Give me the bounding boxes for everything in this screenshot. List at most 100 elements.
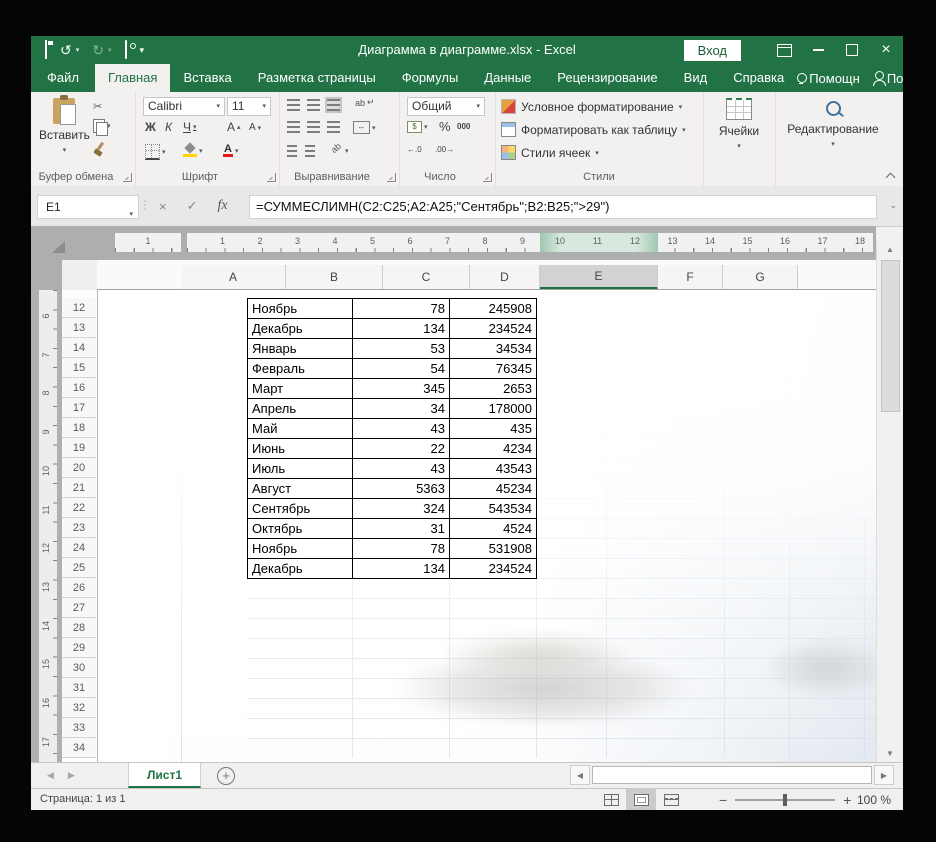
merge-center-button[interactable]: ↔▾ — [353, 121, 376, 134]
align-bottom-button[interactable] — [327, 99, 340, 111]
row-header-26[interactable]: 26 — [62, 578, 96, 598]
font-name-combobox[interactable]: Calibri▾ — [143, 97, 225, 116]
row-header-23[interactable]: 23 — [62, 518, 96, 538]
font-color-button[interactable]: А▾ — [223, 144, 238, 157]
align-right-button[interactable] — [327, 121, 340, 133]
camera-icon[interactable] — [125, 41, 127, 59]
cell-value-c[interactable]: 531908 — [450, 539, 537, 559]
row-header-14[interactable]: 14 — [62, 338, 96, 358]
cell-month[interactable]: Январь — [248, 339, 353, 359]
cell-value-c[interactable]: 4524 — [450, 519, 537, 539]
cell-month[interactable]: Февраль — [248, 359, 353, 379]
cell-month[interactable]: Сентябрь — [248, 499, 353, 519]
paste-button[interactable]: Вставить ▾ — [39, 98, 90, 154]
cell-month[interactable]: Июль — [248, 459, 353, 479]
row-header-24[interactable]: 24 — [62, 538, 96, 558]
row-header-19[interactable]: 19 — [62, 438, 96, 458]
align-top-button[interactable] — [287, 99, 300, 111]
comma-style-button[interactable]: 000 — [457, 122, 470, 131]
cell-value-b[interactable]: 43 — [353, 459, 450, 479]
vertical-scroll-thumb[interactable] — [881, 260, 900, 412]
shrink-font-button[interactable]: А — [249, 122, 261, 133]
cell-value-b[interactable]: 43 — [353, 419, 450, 439]
format-as-table-button[interactable]: Форматировать как таблицу▾ — [501, 122, 686, 137]
ribbon-tab-home[interactable]: Главная — [95, 64, 170, 92]
formula-input[interactable]: =СУММЕСЛИМН(C2:C25;A2:A25;"Сентябрь";B2:… — [249, 195, 877, 219]
row-header-28[interactable]: 28 — [62, 618, 96, 638]
cell-month[interactable]: Декабрь — [248, 559, 353, 579]
close-button[interactable]: × — [869, 36, 903, 64]
scroll-left-icon[interactable]: ◀ — [570, 765, 590, 785]
cell-value-c[interactable]: 234524 — [450, 559, 537, 579]
share-item[interactable]: Поделиться — [867, 71, 903, 86]
font-size-combobox[interactable]: 11▾ — [227, 97, 271, 116]
save-icon[interactable] — [45, 41, 47, 59]
ribbon-tab-review[interactable]: Рецензирование — [544, 64, 670, 92]
ribbon-tab-formulas[interactable]: Формулы — [389, 64, 472, 92]
column-header-E[interactable]: E — [540, 265, 658, 289]
increase-indent-button[interactable] — [305, 145, 315, 157]
ribbon-tab-data[interactable]: Данные — [471, 64, 544, 92]
column-header-G[interactable]: G — [723, 265, 798, 289]
cell-value-c[interactable]: 4234 — [450, 439, 537, 459]
orientation-dropdown[interactable]: ▾ — [345, 147, 349, 155]
cell-value-b[interactable]: 78 — [353, 539, 450, 559]
zoom-out-button[interactable]: − — [719, 792, 727, 808]
percent-style-button[interactable]: % — [439, 119, 451, 134]
orientation-button[interactable]: ab — [329, 141, 343, 155]
cell-value-b[interactable]: 345 — [353, 379, 450, 399]
cell-value-c[interactable]: 178000 — [450, 399, 537, 419]
cancel-icon[interactable]: × — [159, 199, 167, 214]
accounting-format-button[interactable]: $▾ — [407, 121, 428, 133]
prev-sheet-icon[interactable]: ◀ — [47, 770, 54, 781]
row-header-33[interactable]: 33 — [62, 718, 96, 738]
column-header-A[interactable]: A — [181, 265, 286, 289]
format-painter-button[interactable] — [93, 142, 105, 155]
column-header-F[interactable]: F — [658, 265, 723, 289]
name-box[interactable]: E1▾ — [37, 195, 139, 219]
decrease-decimal-button[interactable]: .00→ — [435, 145, 454, 154]
alignment-dialog-launcher-icon[interactable] — [387, 173, 396, 182]
row-header-16[interactable]: 16 — [62, 378, 96, 398]
cell-value-c[interactable]: 234524 — [450, 319, 537, 339]
cell-month[interactable]: Октябрь — [248, 519, 353, 539]
sign-in-button[interactable]: Вход — [684, 40, 741, 61]
editing-button[interactable]: Редактирование ▾ — [775, 98, 891, 148]
cell-value-c[interactable]: 2653 — [450, 379, 537, 399]
zoom-slider[interactable] — [735, 799, 835, 801]
horizontal-scroll-thumb[interactable] — [592, 766, 872, 784]
redo-icon[interactable]: ↻ — [92, 43, 104, 57]
normal-view-button[interactable] — [596, 789, 626, 810]
ribbon-display-options-icon[interactable] — [767, 36, 801, 64]
align-left-button[interactable] — [287, 121, 300, 133]
redo-dropdown-icon[interactable]: ▾ — [108, 46, 112, 54]
row-header-20[interactable]: 20 — [62, 458, 96, 478]
select-all-corner[interactable] — [62, 260, 97, 291]
scroll-down-icon[interactable]: ▼ — [877, 744, 903, 762]
cell-value-b[interactable]: 5363 — [353, 479, 450, 499]
cell-value-b[interactable]: 31 — [353, 519, 450, 539]
row-header-13[interactable]: 13 — [62, 318, 96, 338]
copy-button[interactable]: ▾ — [93, 119, 111, 133]
cell-month[interactable]: Май — [248, 419, 353, 439]
column-header-B[interactable]: B — [286, 265, 383, 289]
row-header-29[interactable]: 29 — [62, 638, 96, 658]
cut-button[interactable]: ✂ — [93, 100, 102, 113]
next-sheet-icon[interactable]: ▶ — [68, 770, 75, 781]
cell-value-b[interactable]: 134 — [353, 319, 450, 339]
underline-button[interactable]: Ч▾ — [183, 120, 197, 134]
cells-button[interactable]: Ячейки ▾ — [703, 98, 775, 150]
cell-value-b[interactable]: 134 — [353, 559, 450, 579]
undo-dropdown-icon[interactable]: ▾ — [76, 46, 80, 54]
maximize-button[interactable] — [835, 36, 869, 64]
minimize-button[interactable] — [801, 36, 835, 64]
cell-value-b[interactable]: 53 — [353, 339, 450, 359]
name-box-dropdown-icon[interactable]: ▾ — [129, 204, 133, 226]
cell-month[interactable]: Июнь — [248, 439, 353, 459]
sheet-tab-active[interactable]: Лист1 — [128, 763, 201, 788]
undo-icon[interactable]: ↺ — [60, 43, 72, 57]
cell-value-c[interactable]: 435 — [450, 419, 537, 439]
horizontal-scrollbar[interactable]: ◀ ▶ — [570, 765, 894, 785]
cell-value-b[interactable]: 324 — [353, 499, 450, 519]
assistant-item[interactable]: Помощн — [797, 71, 860, 86]
